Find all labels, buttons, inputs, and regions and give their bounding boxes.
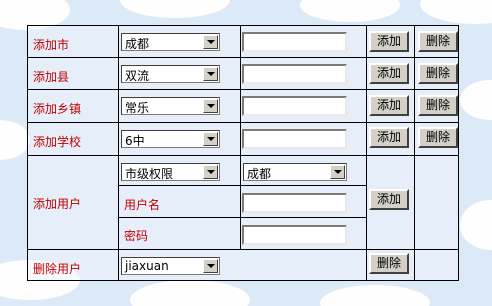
city-name-input[interactable] [242,32,347,52]
school-name-input[interactable] [242,129,347,149]
user-scope-value: 成都 [247,167,272,181]
add-city-label: 添加市 [33,38,70,52]
delete-user-button[interactable]: 删除 [369,253,409,274]
add-school-label: 添加学校 [33,135,82,149]
add-county-label: 添加县 [33,70,70,84]
chevron-down-icon [203,99,218,113]
delete-city-button[interactable]: 删除 [418,31,458,52]
city-select-value: 成都 [125,37,150,51]
county-select-value: 双流 [125,69,150,83]
city-select[interactable]: 成都 [121,33,220,51]
chevron-down-icon [203,259,218,273]
town-name-input[interactable] [242,96,347,116]
county-name-input[interactable] [242,64,347,84]
add-user-label: 添加用户 [33,197,82,211]
school-select[interactable]: 6中 [121,130,220,148]
chevron-down-icon [203,67,218,81]
add-school-button[interactable]: 添加 [369,127,409,148]
chevron-down-icon [203,132,218,146]
permission-level-value: 市级权限 [125,167,174,181]
add-town-button[interactable]: 添加 [369,95,409,116]
add-user-button[interactable]: 添加 [369,189,409,210]
add-city-button[interactable]: 添加 [369,31,409,52]
delete-user-label: 删除用户 [33,262,82,276]
user-select-value: jiaxuan [125,259,169,273]
town-select-value: 常乐 [125,101,150,115]
password-label: 密码 [124,229,149,243]
delete-town-button[interactable]: 删除 [418,95,458,116]
chevron-down-icon [203,35,218,49]
user-select[interactable]: jiaxuan [121,257,220,275]
chevron-down-icon [203,165,218,179]
county-select[interactable]: 双流 [121,65,220,83]
add-town-label: 添加乡镇 [33,102,82,116]
add-county-button[interactable]: 添加 [369,63,409,84]
town-select[interactable]: 常乐 [121,97,220,115]
school-select-value: 6中 [125,134,145,148]
username-label: 用户名 [124,198,161,212]
delete-school-button[interactable]: 删除 [418,127,458,148]
username-input[interactable] [242,193,347,213]
delete-county-button[interactable]: 删除 [418,63,458,84]
permission-level-select[interactable]: 市级权限 [121,163,220,181]
chevron-down-icon [330,165,345,179]
user-scope-select[interactable]: 成都 [243,163,347,181]
password-input[interactable] [242,225,347,245]
